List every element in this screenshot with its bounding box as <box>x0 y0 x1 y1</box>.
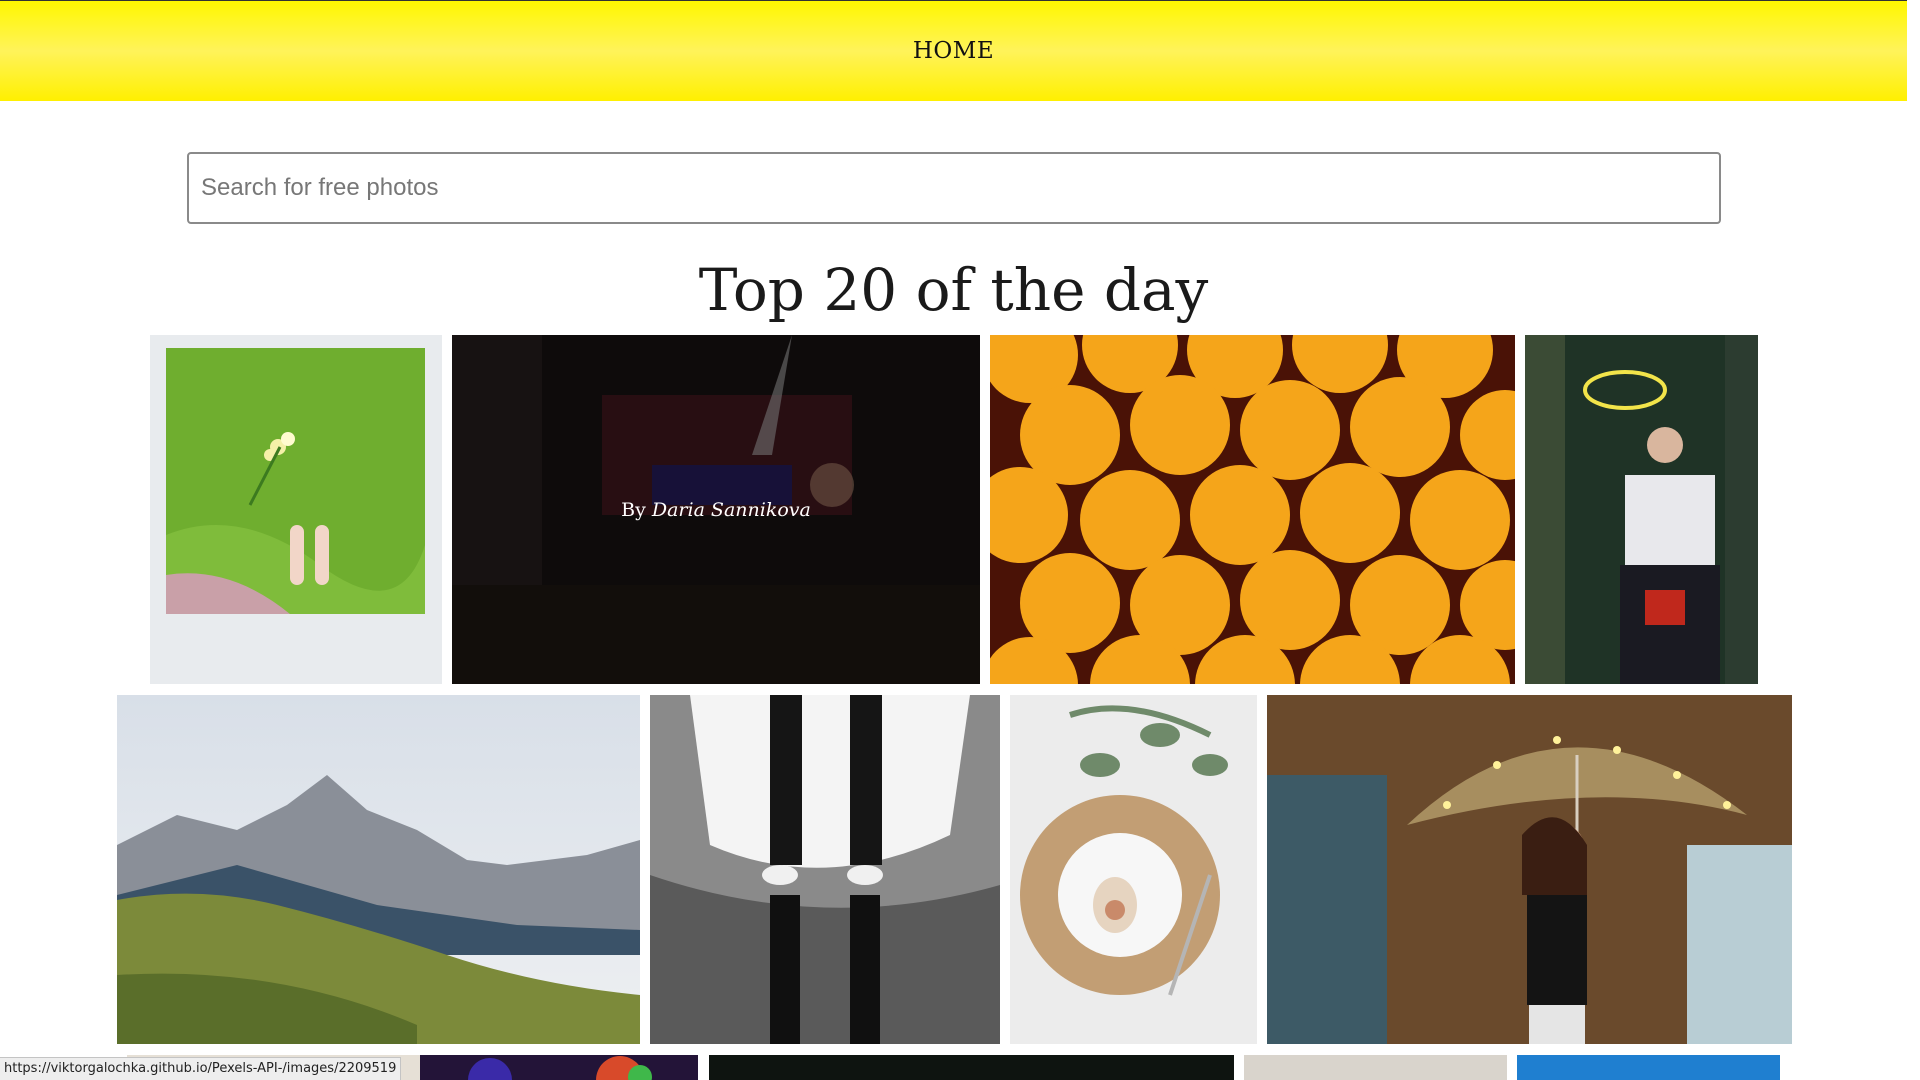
search-input[interactable] <box>187 152 1721 224</box>
photo-bar-interior[interactable]: By Daria Sannikova <box>452 335 980 684</box>
photo-row3-dark[interactable] <box>709 1055 1234 1080</box>
gallery-title: Top 20 of the day <box>698 256 1209 324</box>
photo-row3-sky[interactable] <box>1517 1055 1780 1080</box>
photo-woman-neon[interactable] <box>1525 335 1758 684</box>
page-scrollbar[interactable] <box>1907 0 1920 1080</box>
photo-oranges[interactable] <box>990 335 1515 684</box>
photo-mountains[interactable] <box>117 695 640 1044</box>
top-nav-bar: HOME <box>0 0 1907 101</box>
link-status-bar: https://viktorgalochka.github.io/Pexels-… <box>0 1057 402 1080</box>
photo-row3-interior[interactable] <box>1244 1055 1507 1080</box>
home-link[interactable]: HOME <box>913 38 994 64</box>
photo-row3-neon[interactable] <box>420 1055 698 1080</box>
photo-polaroid-grass[interactable] <box>150 335 442 684</box>
photo-author-overlay: By Daria Sannikova <box>452 335 980 684</box>
photo-woman-umbrella[interactable] <box>1267 695 1792 1044</box>
photo-legs-reflection[interactable] <box>650 695 1000 1044</box>
photo-table-setting[interactable] <box>1010 695 1257 1044</box>
